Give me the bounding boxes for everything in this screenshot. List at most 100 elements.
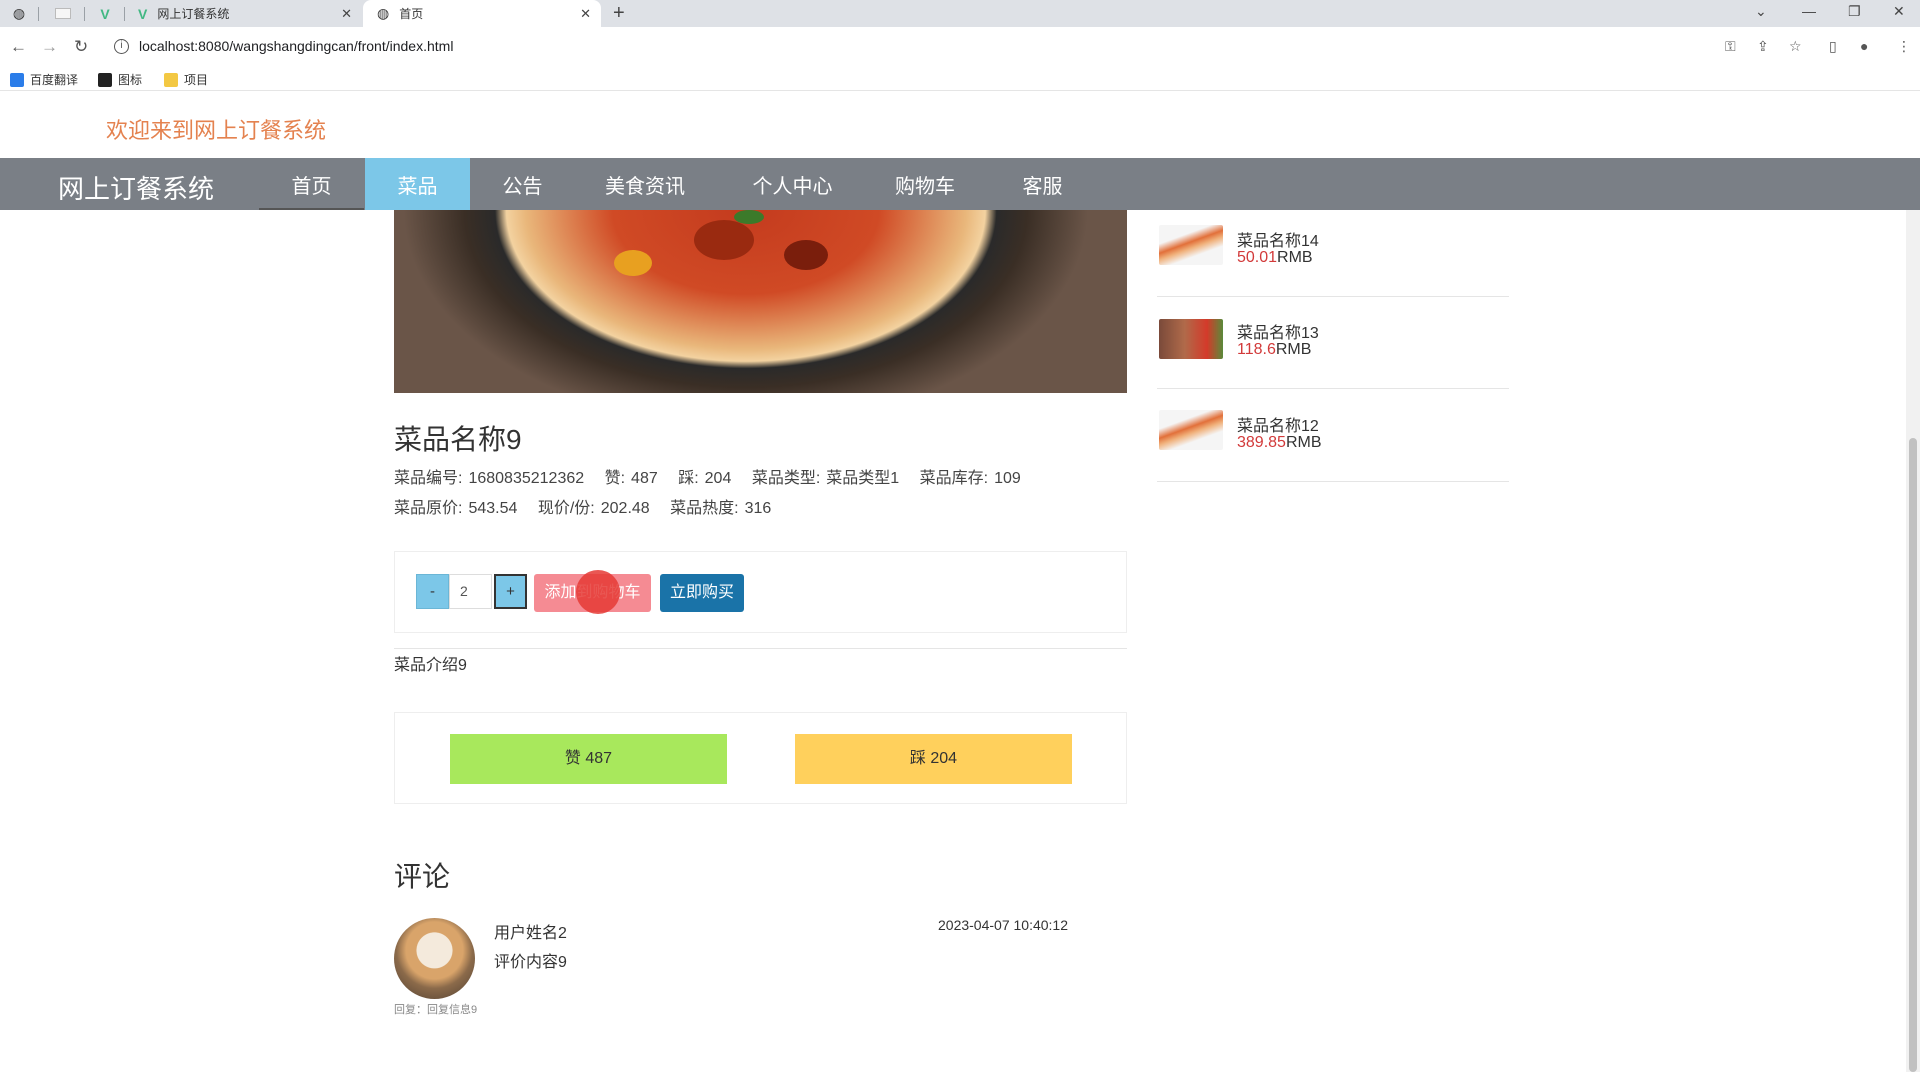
folder-icon	[164, 72, 178, 87]
tab-home[interactable]: ◍ 首页 ✕	[363, 0, 601, 27]
original-price-value: 543.54	[468, 500, 518, 517]
restore-icon[interactable]: ❐	[1848, 3, 1861, 20]
dish-type-label: 菜品类型:	[751, 470, 821, 487]
vue-logo-icon: V	[100, 5, 110, 22]
page-icon	[55, 8, 71, 19]
pizza-topping	[784, 240, 828, 270]
dislike-button[interactable]: 踩 204	[795, 734, 1072, 784]
side-dish-item[interactable]: 菜品名称14 50.01RMB	[1157, 205, 1509, 297]
bookmarks-bar: 百度翻译 图标 项目	[0, 67, 1920, 91]
nav-service[interactable]: 客服	[1000, 158, 1085, 210]
click-indicator	[576, 570, 620, 614]
quantity-decrease-button[interactable]: -	[416, 574, 449, 609]
original-price-label: 菜品原价:	[394, 500, 463, 517]
comment-user: 用户姓名2	[494, 925, 567, 942]
bookmark-icons[interactable]: 图标	[98, 71, 142, 88]
reload-icon[interactable]: ↻	[74, 37, 88, 57]
profile-icon[interactable]: ●	[1860, 38, 1868, 54]
close-window-icon[interactable]: ✕	[1893, 3, 1905, 20]
forward-icon[interactable]: →	[41, 37, 58, 57]
minimize-icon[interactable]: —	[1802, 3, 1816, 19]
image-icon	[98, 72, 112, 87]
dish-thumbnail	[1159, 410, 1223, 450]
side-dish-price: 389.85RMB	[1237, 434, 1322, 452]
current-price-value: 202.48	[600, 500, 650, 517]
back-icon[interactable]: ←	[10, 37, 27, 57]
site-info-icon[interactable]: i	[114, 38, 129, 54]
dish-type-value: 菜品类型1	[826, 470, 900, 487]
main-nav: 网上订餐系统 首页 菜品 公告 美食资讯 个人中心 购物车 客服	[0, 158, 1920, 210]
bookmark-label: 百度翻译	[30, 73, 79, 87]
bookmark-project[interactable]: 项目	[164, 71, 208, 88]
tab-blank[interactable]	[44, 0, 82, 27]
translate-icon	[10, 72, 24, 87]
tab-separator	[84, 7, 85, 21]
url-field[interactable]: i localhost:8080/wangshangdingcan/front/…	[106, 33, 1646, 59]
side-dish-price: 118.6RMB	[1237, 341, 1311, 359]
star-icon[interactable]: ☆	[1789, 38, 1802, 55]
share-icon[interactable]: ⇪	[1757, 38, 1769, 55]
key-icon[interactable]: ⚿	[1725, 38, 1736, 55]
comments-title: 评论	[394, 861, 451, 892]
tab-globe[interactable]: ◍	[0, 0, 38, 27]
tab-title: 网上订餐系统	[157, 7, 230, 21]
side-dish-price: 50.01RMB	[1237, 249, 1313, 267]
menu-icon[interactable]: ⋮	[1897, 38, 1911, 55]
quantity-increase-button[interactable]: +	[494, 574, 527, 609]
price-unit: RMB	[1275, 341, 1312, 358]
browser-tab-bar: ◍ V V 网上订餐系统 ✕ ◍ 首页 ✕ + ⌄ — ❐ ✕	[0, 0, 1920, 27]
close-tab-icon[interactable]: ✕	[580, 6, 591, 22]
pizza-topping	[694, 220, 754, 260]
price-value: 118.6	[1237, 341, 1276, 358]
dislikes-value: 204	[704, 470, 732, 487]
side-dish-name: 菜品名称14	[1237, 233, 1319, 250]
price-unit: RMB	[1277, 249, 1313, 266]
nav-announcements[interactable]: 公告	[470, 158, 575, 210]
tab-separator	[38, 7, 39, 21]
bookmark-label: 项目	[184, 73, 209, 87]
dislikes-label: 踩:	[678, 470, 699, 487]
nav-food-news[interactable]: 美食资讯	[585, 158, 705, 210]
nav-cart[interactable]: 购物车	[870, 158, 980, 210]
dish-id-value: 1680835212362	[468, 470, 585, 487]
nav-dishes[interactable]: 菜品	[365, 158, 470, 210]
bookmark-label: 图标	[118, 73, 143, 87]
comment-content: 评价内容9	[494, 954, 567, 971]
globe-icon: ◍	[12, 5, 26, 21]
welcome-text: 欢迎来到网上订餐系统	[106, 118, 327, 143]
sidepanel-icon[interactable]: ▯	[1829, 38, 1837, 55]
stock-label: 菜品库存:	[919, 470, 989, 487]
tab-ordering-system[interactable]: V 网上订餐系统 ✕	[124, 0, 362, 27]
dish-id-label: 菜品编号:	[394, 470, 463, 487]
quantity-input[interactable]: 2	[449, 574, 492, 609]
vue-logo-icon: V	[138, 5, 148, 22]
dish-image	[394, 210, 1127, 393]
dish-intro: 菜品介绍9	[394, 657, 467, 674]
bookmark-baidu-translate[interactable]: 百度翻译	[10, 71, 78, 88]
close-tab-icon[interactable]: ✕	[341, 6, 352, 22]
price-value: 50.01	[1237, 249, 1278, 266]
dish-thumbnail	[1159, 225, 1223, 265]
side-dish-item[interactable]: 菜品名称13 118.6RMB	[1157, 297, 1509, 389]
likes-label: 赞:	[604, 470, 626, 487]
comment-time: 2023-04-07 10:40:12	[938, 917, 1068, 933]
side-dish-item[interactable]: 菜品名称12 389.85RMB	[1157, 390, 1509, 482]
nav-personal-center[interactable]: 个人中心	[735, 158, 850, 210]
dish-thumbnail	[1159, 319, 1223, 359]
tab-vue[interactable]: V	[86, 0, 124, 27]
globe-icon: ◍	[377, 5, 390, 21]
side-dish-name: 菜品名称13	[1237, 325, 1319, 342]
divider	[394, 648, 1127, 649]
tab-search-icon[interactable]: ⌄	[1755, 3, 1767, 20]
buy-now-button[interactable]: 立即购买	[660, 574, 744, 612]
tab-title: 首页	[399, 7, 424, 21]
price-value: 389.85	[1237, 434, 1286, 451]
url-text: localhost:8080/wangshangdingcan/front/in…	[139, 38, 454, 54]
nav-home[interactable]: 首页	[259, 158, 364, 210]
dish-meta-row-2: 菜品原价: 543.54 现价/份: 202.48 菜品热度: 316	[394, 494, 787, 518]
new-tab-icon[interactable]: +	[613, 2, 625, 25]
popularity-label: 菜品热度:	[670, 500, 739, 517]
like-button[interactable]: 赞 487	[450, 734, 727, 784]
scrollbar-thumb[interactable]	[1909, 438, 1917, 1072]
avatar	[394, 918, 475, 999]
